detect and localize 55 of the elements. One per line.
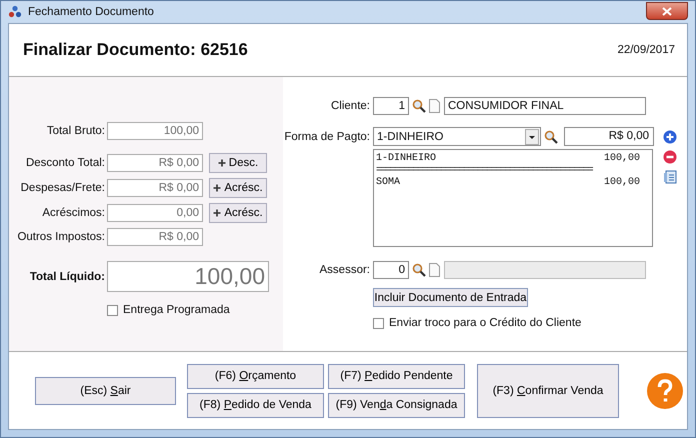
remove-icon[interactable] <box>663 150 677 164</box>
amount-field[interactable]: 0,00 <box>107 204 203 222</box>
code-field[interactable]: 0 <box>373 261 409 279</box>
window-title: Fechamento Documento <box>28 6 154 18</box>
checkbox-label: Enviar troco para o Crédito do Cliente <box>389 317 582 329</box>
help-icon[interactable] <box>647 372 683 408</box>
action-button[interactable]: (F6) Orçamento <box>187 364 324 388</box>
search-icon[interactable] <box>412 99 426 113</box>
action-button[interactable]: (F9) Venda Consignada <box>328 392 465 418</box>
amount-field[interactable]: R$ 0,00 <box>564 127 654 146</box>
field-label: Forma de Pagto: <box>283 130 370 142</box>
plus-icon <box>213 184 222 192</box>
confirm-sale-button[interactable]: (F3) Confirmar Venda <box>477 364 619 418</box>
field-label: Despesas/Frete: <box>20 182 105 194</box>
checkbox-label: Entrega Programada <box>123 304 230 316</box>
amount-field[interactable]: R$ 0,00 <box>107 179 203 197</box>
plus-icon <box>218 159 226 167</box>
field-label: Cliente: <box>330 100 370 112</box>
code-field[interactable]: 1 <box>373 97 409 115</box>
action-button[interactable]: (F7) Pedido Pendente <box>328 364 465 388</box>
notes-icon[interactable] <box>663 170 677 184</box>
search-icon[interactable] <box>412 263 426 277</box>
payment-amount: 100,00 <box>604 177 640 189</box>
payment-name: SOMA <box>376 177 400 189</box>
amount-field[interactable]: R$ 0,00 <box>107 154 203 172</box>
add-button[interactable]: Acrésc. <box>209 203 267 223</box>
document-date: 22/09/2017 <box>617 44 675 56</box>
payment-amount: 100,00 <box>604 153 640 165</box>
amount-field[interactable]: 100,00 <box>107 122 203 140</box>
app-icon <box>8 5 22 19</box>
total-field[interactable]: 100,00 <box>107 261 269 292</box>
payment-name: 1-DINHEIRO <box>376 153 436 165</box>
add-button[interactable]: Acrésc. <box>209 178 267 198</box>
search-icon[interactable] <box>544 130 558 144</box>
checkbox[interactable] <box>107 304 118 316</box>
document-title: Finalizar Documento: 62516 <box>23 40 248 60</box>
field-label: Desconto Total: <box>24 157 105 169</box>
separator-line: =============================================== <box>376 165 594 177</box>
exit-button[interactable]: (Esc) Sair <box>35 376 176 404</box>
add-icon[interactable] <box>663 130 677 144</box>
field-label: Acréscimos: <box>41 207 105 219</box>
close-button[interactable] <box>646 2 688 20</box>
field-label: Total Bruto: <box>46 125 105 137</box>
action-button[interactable]: (F8) Pedido de Venda <box>187 392 324 418</box>
field-label: Total Líquido: <box>28 270 105 282</box>
include-document-button[interactable]: Incluir Documento de Entrada <box>373 288 528 307</box>
close-icon <box>662 6 672 16</box>
field-label: Outros Impostos: <box>16 231 105 243</box>
plus-icon <box>213 209 222 217</box>
amount-field[interactable]: R$ 0,00 <box>107 228 203 246</box>
name-field[interactable]: CONSUMIDOR FINAL <box>444 97 646 115</box>
checkbox[interactable] <box>373 318 384 328</box>
payment-dropdown[interactable]: 1-DINHEIRO <box>373 127 541 146</box>
add-button[interactable]: Desc. <box>209 153 267 173</box>
field-label: Assessor: <box>318 264 370 276</box>
